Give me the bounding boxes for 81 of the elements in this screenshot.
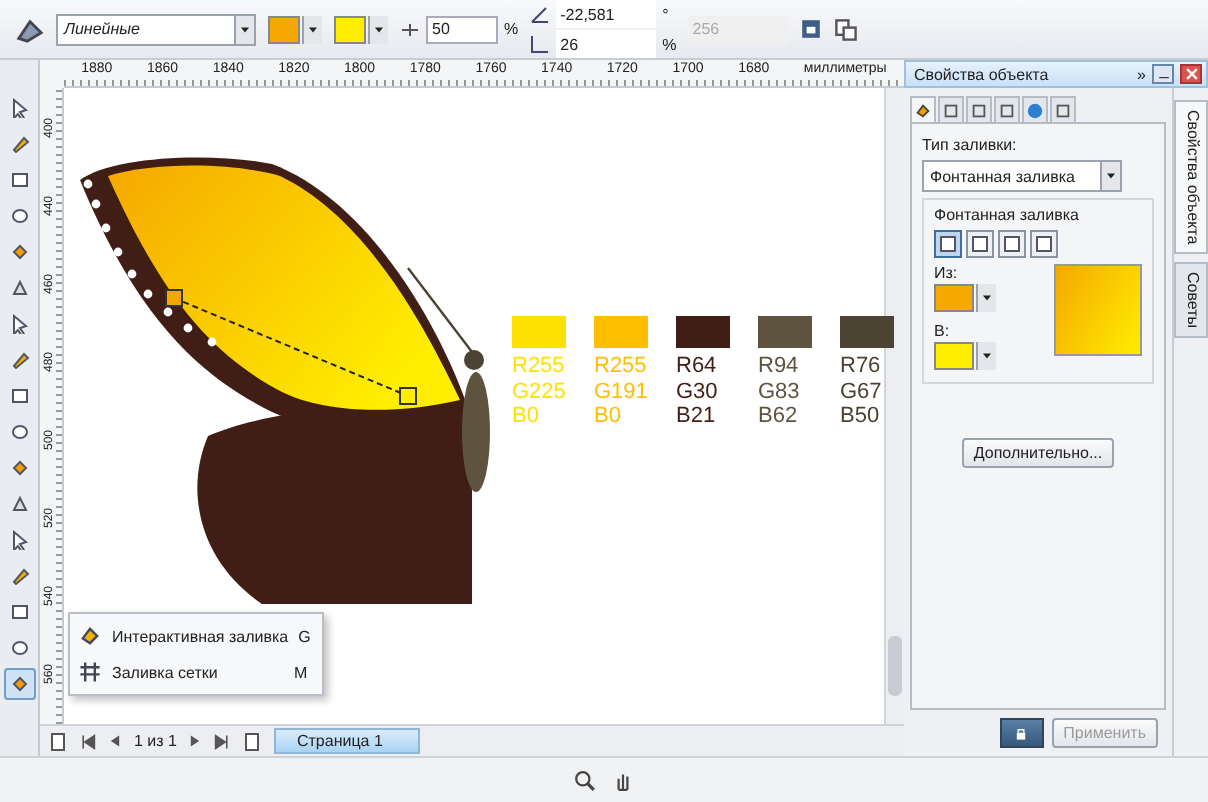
color-swatch[interactable] bbox=[334, 15, 366, 43]
fill-type-dropdown[interactable]: Линейные bbox=[56, 13, 256, 45]
mesh-grid-icon bbox=[78, 660, 102, 684]
minimize-button[interactable] bbox=[1152, 64, 1174, 84]
rgb-value: G225 bbox=[512, 381, 566, 405]
gradient-preview bbox=[1054, 264, 1142, 356]
next-page-icon[interactable] bbox=[188, 734, 203, 748]
docker-title: Свойства объекта bbox=[914, 65, 1051, 83]
fill-type-label: Тип заливки: bbox=[922, 136, 1019, 154]
previous-page-icon[interactable] bbox=[108, 734, 122, 748]
add-page-icon[interactable] bbox=[242, 731, 263, 751]
color-swatch[interactable] bbox=[268, 15, 300, 43]
unit-label: % bbox=[662, 35, 677, 53]
property-tab[interactable] bbox=[910, 96, 936, 124]
rgb-value: R255 bbox=[594, 356, 648, 380]
page-counter: 1 из 1 bbox=[134, 732, 177, 750]
zoom-icon bbox=[574, 769, 596, 791]
rgb-value: G83 bbox=[758, 381, 802, 405]
dropdown-button[interactable] bbox=[302, 15, 322, 43]
property-tab[interactable] bbox=[994, 96, 1020, 124]
to-label: В: bbox=[934, 322, 952, 340]
angle-icon bbox=[530, 4, 551, 24]
color-swatch[interactable] bbox=[934, 342, 974, 370]
docker-side-tab[interactable]: Советы bbox=[1174, 262, 1208, 339]
group-title: Фонтанная заливка bbox=[934, 206, 1081, 224]
edge-pad-icon bbox=[530, 34, 551, 54]
fill-bucket-icon bbox=[78, 624, 102, 648]
caret-icon bbox=[1106, 172, 1116, 180]
rgb-value: G191 bbox=[594, 381, 648, 405]
hand-icon bbox=[612, 769, 634, 791]
add-page-icon[interactable] bbox=[48, 731, 68, 751]
angle-field[interactable]: -22,581 bbox=[556, 0, 657, 28]
docker-side-tab[interactable]: Свойства объекта bbox=[1174, 100, 1208, 255]
property-tab[interactable] bbox=[966, 96, 992, 124]
collapse-button[interactable]: » bbox=[1137, 65, 1146, 83]
gradient-type-button[interactable] bbox=[998, 230, 1026, 258]
menu-item[interactable]: Интерактивная заливка G bbox=[74, 620, 318, 652]
property-tab[interactable] bbox=[938, 96, 964, 124]
menu-item[interactable]: Заливка сетки M bbox=[74, 656, 318, 688]
rgb-value: G67 bbox=[840, 381, 884, 405]
from-label: Из: bbox=[934, 264, 960, 282]
caret-icon bbox=[240, 25, 250, 33]
fill-type-dropdown[interactable]: Фонтанная заливка bbox=[922, 160, 1122, 192]
gradient-type-button[interactable] bbox=[934, 230, 962, 258]
rgb-value: B50 bbox=[840, 406, 882, 430]
page-tab[interactable]: Страница 1 bbox=[274, 728, 421, 754]
unit-label: ° bbox=[662, 5, 669, 23]
rgb-value: R94 bbox=[758, 356, 801, 380]
close-icon bbox=[1185, 68, 1197, 80]
color-swatch[interactable] bbox=[934, 284, 974, 312]
fill-tool-icon bbox=[16, 15, 44, 43]
midpoint-icon bbox=[400, 19, 420, 39]
gradient-type-button[interactable] bbox=[966, 230, 994, 258]
rgb-value: G30 bbox=[676, 381, 720, 405]
caret-icon bbox=[982, 294, 992, 302]
close-button[interactable] bbox=[1180, 64, 1202, 84]
more-button[interactable]: Дополнительно... bbox=[961, 438, 1115, 468]
caret-icon bbox=[374, 25, 384, 33]
last-page-icon[interactable] bbox=[214, 733, 231, 749]
rgb-value: R64 bbox=[676, 356, 719, 380]
gradient-type-button[interactable] bbox=[1030, 230, 1058, 258]
unit-label: % bbox=[504, 20, 519, 38]
rgb-value: B0 bbox=[512, 406, 541, 430]
dropdown-button[interactable] bbox=[976, 284, 996, 312]
rgb-value: B62 bbox=[758, 406, 800, 430]
rgb-value: R76 bbox=[840, 356, 883, 380]
dropdown-button[interactable] bbox=[368, 15, 388, 43]
caret-icon bbox=[308, 25, 318, 33]
edge-pad-field[interactable]: 26 bbox=[556, 30, 657, 58]
tool-button[interactable] bbox=[3, 668, 35, 700]
vertical-scrollbar[interactable] bbox=[884, 88, 904, 724]
lock-button[interactable] bbox=[999, 718, 1044, 748]
rgb-value: R255 bbox=[512, 356, 566, 380]
property-tab[interactable] bbox=[1050, 96, 1076, 124]
first-page-icon[interactable] bbox=[80, 733, 96, 749]
midpoint-field[interactable]: 50 bbox=[426, 15, 498, 43]
copy-properties-icon bbox=[834, 17, 859, 41]
caret-icon bbox=[982, 352, 992, 360]
dropdown-button[interactable] bbox=[976, 342, 996, 370]
rgb-value: B0 bbox=[594, 406, 623, 430]
rgb-value: B21 bbox=[676, 406, 718, 430]
